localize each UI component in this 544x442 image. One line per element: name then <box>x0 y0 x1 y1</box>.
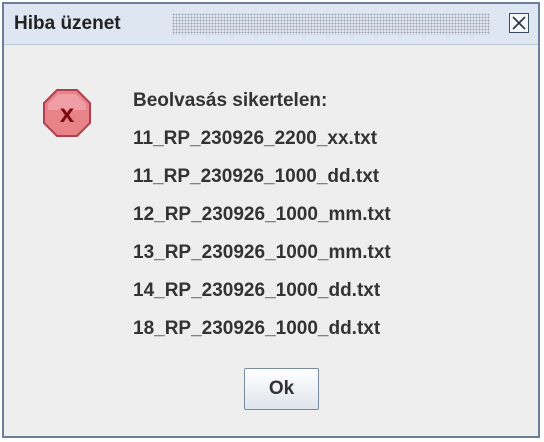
title-bar[interactable]: Hiba üzenet <box>4 4 538 45</box>
file-name-line: 11_RP_230926_1000_dd.txt <box>133 166 380 187</box>
file-name-line: 18_RP_230926_1000_dd.txt <box>133 318 381 339</box>
file-name-line: 14_RP_230926_1000_dd.txt <box>133 280 381 301</box>
message-header: Beolvasás sikertelen: <box>133 90 328 111</box>
message-area: Beolvasás sikertelen: 11_RP_230926_2200_… <box>133 88 391 354</box>
close-icon <box>512 16 526 30</box>
title-bar-grip[interactable] <box>172 13 490 35</box>
ok-button[interactable]: Ok <box>244 368 319 410</box>
error-icon-letter: x <box>60 98 75 128</box>
file-name-line: 11_RP_230926_2200_xx.txt <box>133 128 378 149</box>
file-name-line: 12_RP_230926_1000_mm.txt <box>133 204 391 225</box>
error-icon: x <box>42 88 92 138</box>
dialog-title: Hiba üzenet <box>14 13 121 34</box>
file-name-line: 13_RP_230926_1000_mm.txt <box>133 242 391 263</box>
close-button[interactable] <box>509 13 529 33</box>
error-dialog: Hiba üzenet x Beolvasás sikertelen: 11_R… <box>2 2 540 438</box>
